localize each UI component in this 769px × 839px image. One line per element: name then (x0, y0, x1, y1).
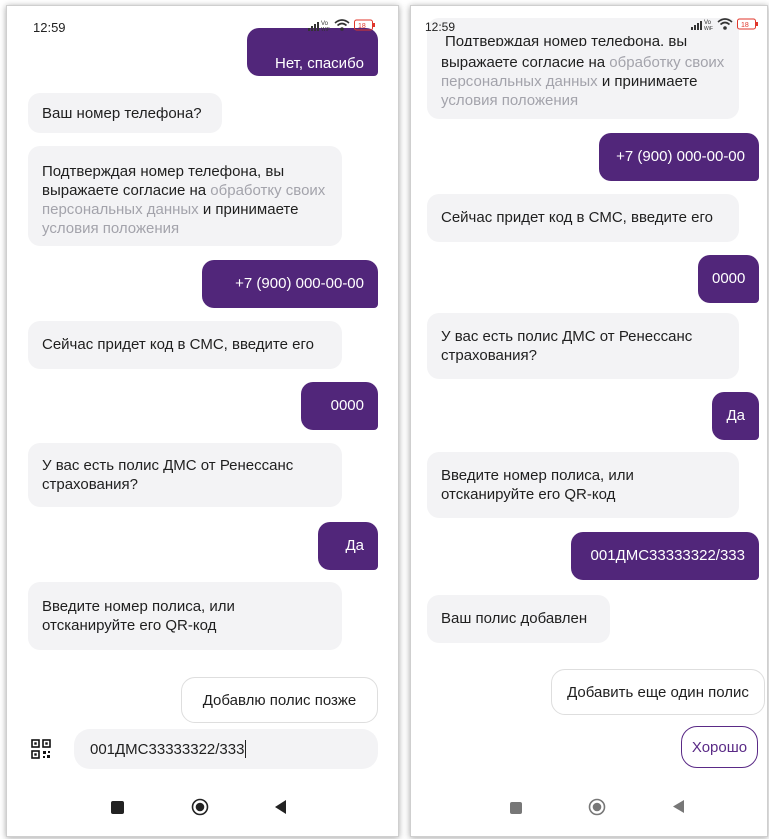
ok-button[interactable]: Хорошо (681, 726, 758, 768)
message-text: +7 (900) 000-00-00 (235, 275, 364, 292)
message-outgoing: 001ДМС33333322/333 (571, 532, 759, 580)
back-icon[interactable] (673, 800, 684, 818)
navigation-bar (411, 776, 767, 836)
svg-text:18: 18 (741, 22, 749, 29)
status-icons: Vo WiFi 18 (691, 18, 759, 30)
message-incoming: Ваш номер телефона? (28, 93, 222, 133)
message-body: выражаете согласие на обработку своих пе… (441, 53, 725, 110)
home-icon[interactable] (588, 798, 606, 821)
phone-screen-right: Подтверждая номер телефона, вы выражаете… (410, 5, 768, 837)
terms-link[interactable]: условия положения (42, 220, 179, 237)
status-bar: 12:59 (7, 6, 237, 46)
button-label: Добавить еще один полис (567, 683, 749, 701)
message-text: и принимаете (597, 73, 698, 90)
message-text: Ваш полис добавлен (441, 610, 588, 627)
message-incoming: Введите номер полиса, или отсканируйте е… (427, 452, 739, 518)
message-text: Подтверждая номер телефона, вы (445, 36, 688, 46)
battery-icon: 18 (354, 19, 376, 31)
message-text: Ваш номер телефона? (42, 105, 202, 122)
message-text: и принимаете (198, 201, 299, 218)
battery-icon: 18 (737, 18, 759, 30)
wifi-icon (334, 19, 350, 31)
terms-link[interactable]: условия положения (441, 92, 578, 109)
wifi-icon (717, 18, 733, 30)
navigation-bar (7, 776, 398, 836)
message-text: +7 (900) 000-00-00 (616, 148, 745, 165)
message-text: 0000 (330, 397, 364, 414)
message-text: Да (726, 407, 745, 424)
message-outgoing: Да (712, 392, 759, 440)
svg-text:WiFi: WiFi (321, 27, 330, 31)
button-label: Хорошо (691, 738, 748, 756)
message-incoming: Сейчас придет код в СМС, введите его (28, 321, 342, 369)
message-text: Введите номер полиса, или отсканируйте е… (42, 598, 235, 634)
recents-icon[interactable] (510, 801, 522, 819)
message-text: 0000 (712, 270, 746, 287)
add-another-policy-button[interactable]: Добавить еще один полис (551, 669, 765, 715)
message-text: 001ДМС33333322/333 (590, 547, 745, 564)
message-text: Введите номер полиса, или отсканируйте е… (441, 467, 634, 503)
signal-icon: Vo WiFi (691, 18, 713, 30)
message-incoming-consent: Подтверждая номер телефона, вы выражаете… (427, 18, 739, 119)
home-icon[interactable] (191, 798, 209, 821)
input-value: 001ДМС33333322/333 (90, 740, 245, 758)
text-caret (245, 740, 247, 758)
message-outgoing: Да (318, 522, 378, 570)
message-text: Сейчас придет код в СМС, введите его (441, 209, 713, 226)
svg-text:18: 18 (358, 23, 366, 30)
add-policy-later-button[interactable]: Добавлю полис позже (181, 677, 378, 723)
status-time: 12:59 (33, 20, 66, 35)
qr-scan-icon[interactable] (31, 739, 51, 764)
message-outgoing: 0000 (698, 255, 759, 303)
signal-icon: Vo WiFi (308, 19, 330, 31)
message-incoming: Введите номер полиса, или отсканируйте е… (28, 582, 342, 650)
message-incoming: У вас есть полис ДМС от Ренессанс страхо… (28, 443, 342, 507)
message-outgoing: Нет, спасибо (247, 28, 378, 76)
message-text: выражаете согласие на (441, 54, 610, 71)
status-icons: Vo WiFi 18 (308, 19, 376, 31)
message-incoming-consent: Подтверждая номер телефона, вы выражаете… (28, 146, 342, 246)
message-text: У вас есть полис ДМС от Ренессанс страхо… (42, 457, 294, 493)
message-outgoing: +7 (900) 000-00-00 (599, 133, 759, 181)
message-incoming: Сейчас придет код в СМС, введите его (427, 194, 739, 242)
policy-number-input[interactable]: 001ДМС33333322/333 (74, 729, 378, 769)
status-time: 12:59 (425, 20, 456, 34)
input-row: 001ДМС33333322/333 (7, 729, 398, 773)
recents-icon[interactable] (111, 801, 124, 819)
message-text: Нет, спасибо (275, 55, 364, 72)
message-incoming: Ваш полис добавлен (427, 595, 610, 643)
message-outgoing: +7 (900) 000-00-00 (202, 260, 378, 308)
message-text: У вас есть полис ДМС от Ренессанс страхо… (441, 328, 693, 364)
message-text: Сейчас придет код в СМС, введите его (42, 336, 314, 353)
message-outgoing: 0000 (301, 382, 378, 430)
button-label: Добавлю полис позже (202, 691, 357, 709)
message-text: Да (345, 537, 364, 554)
svg-text:WiFi: WiFi (704, 26, 713, 30)
back-icon[interactable] (275, 800, 287, 819)
message-incoming: У вас есть полис ДМС от Ренессанс страхо… (427, 313, 739, 379)
phone-screen-left: Нет, спасибо 12:59 Vo WiFi 18 Ваш номер т… (6, 5, 399, 837)
